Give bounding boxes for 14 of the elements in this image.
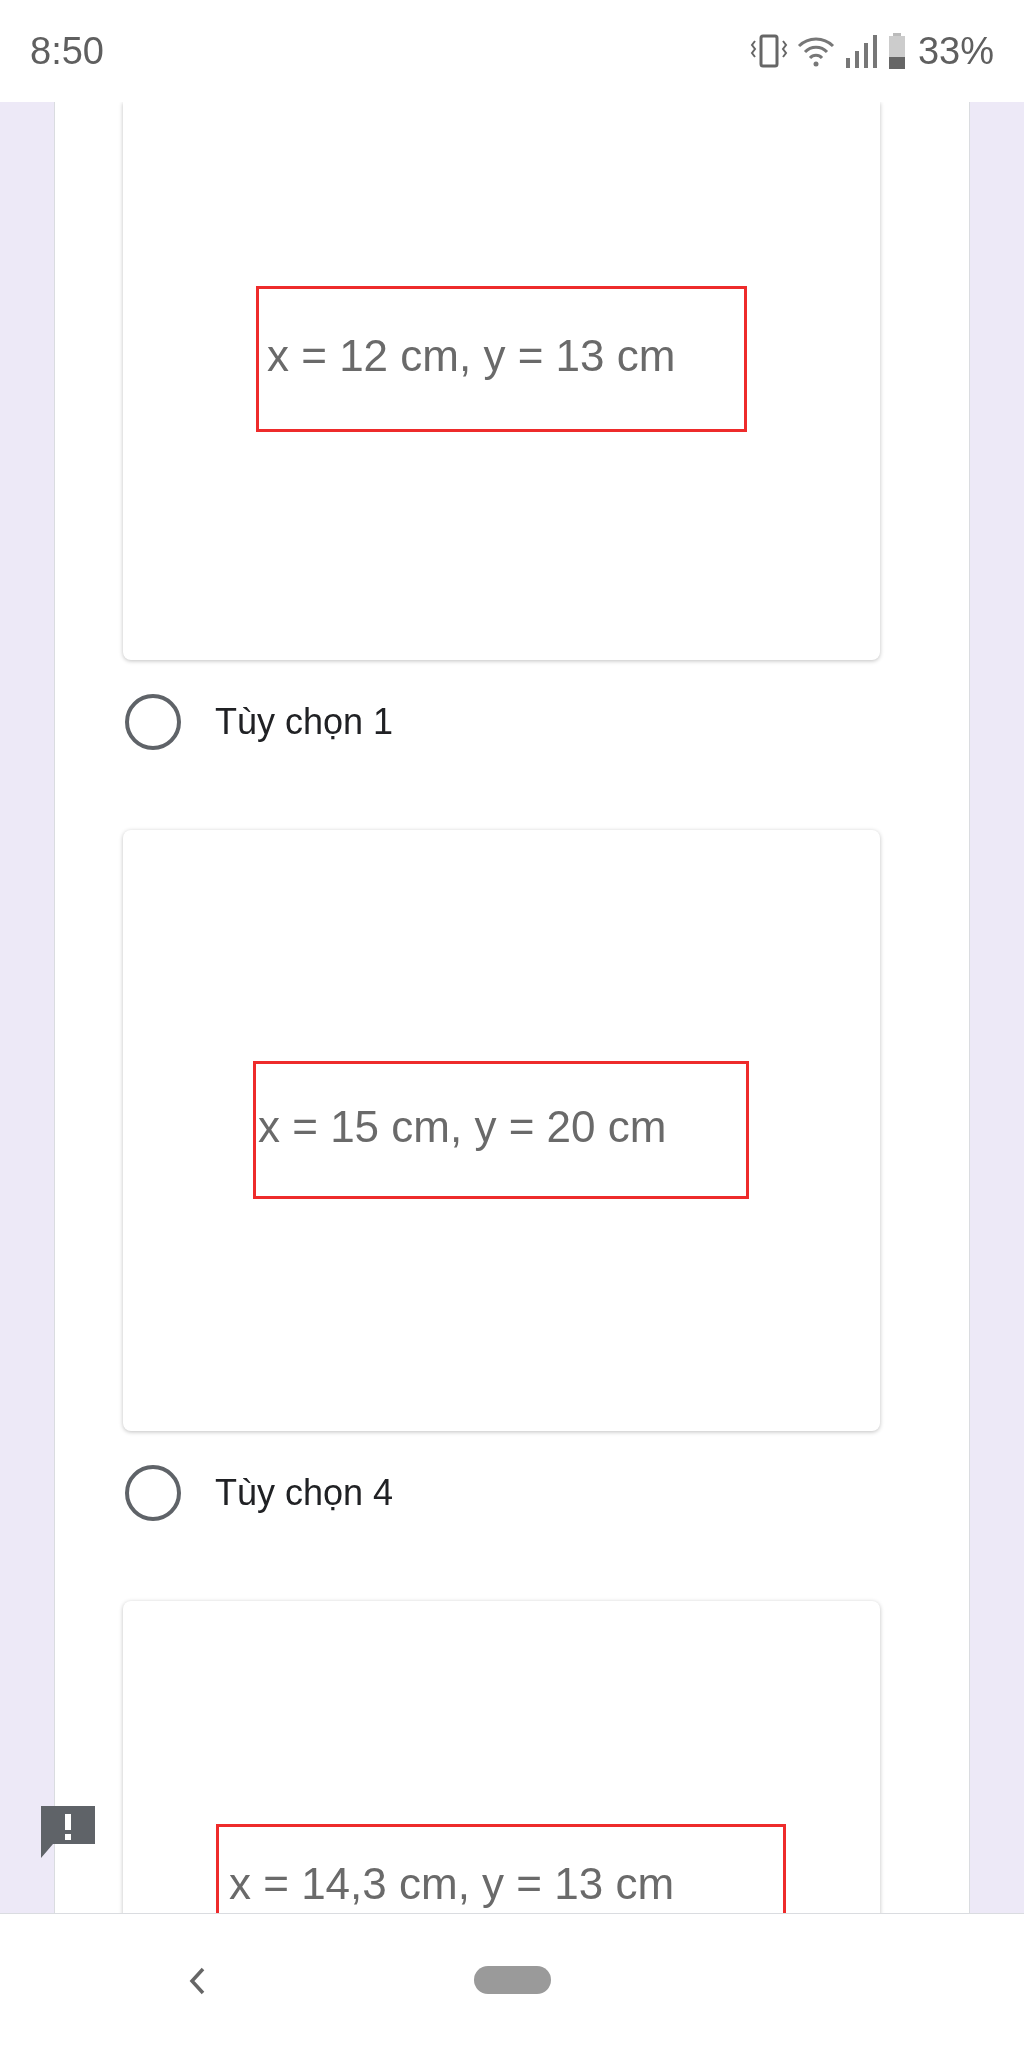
home-pill[interactable] (474, 1966, 551, 1994)
battery-icon (887, 33, 906, 69)
answer-image-text: x = 12 cm, y = 13 cm (256, 286, 747, 432)
status-time: 8:50 (30, 28, 104, 74)
radio-button[interactable] (125, 1465, 181, 1521)
option-label: Tùy chọn 4 (215, 1471, 394, 1515)
answer-image-text: x = 15 cm, y = 20 cm (253, 1061, 749, 1199)
vibrate-icon (749, 33, 788, 69)
wifi-icon (795, 34, 836, 68)
signal-icon (843, 34, 880, 68)
back-icon[interactable] (188, 1967, 206, 1995)
option-label: Tùy chọn 1 (215, 700, 394, 744)
radio-button[interactable] (125, 694, 181, 750)
battery-percent: 33% (917, 28, 994, 74)
